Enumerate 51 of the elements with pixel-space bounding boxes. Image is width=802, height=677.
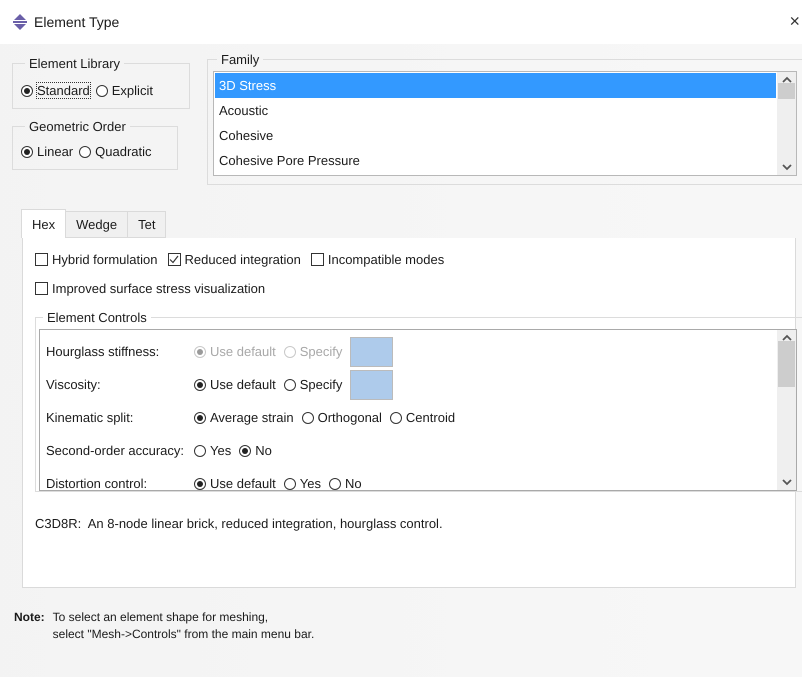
list-item[interactable]: Cohesive [215,123,776,148]
window-title: Element Type [34,14,120,30]
family-list[interactable]: 3D Stress Acoustic Cohesive Cohesive Pore Pressure [213,71,797,176]
checkmark-icon [169,255,179,264]
tab[interactable]: Wedge [65,211,128,238]
group-title: Family [220,52,260,67]
control-label: Hourglass stiffness: [46,344,160,359]
tab[interactable]: Hex [21,209,66,238]
note-text: select "Mesh->Controls" from the main menu bar. [52,627,314,641]
radio-option[interactable]: No [239,443,272,458]
group-title: Element Library [28,56,122,71]
control-label: Second-order accuracy: [46,443,186,458]
scrollbar[interactable] [777,72,796,175]
radio-option[interactable]: Specify [284,377,342,392]
checkbox-option[interactable]: Improved surface stress visualization [35,281,266,296]
group-title: Geometric Order [28,119,127,134]
tab[interactable]: Tet [127,211,166,238]
element-description: C3D8R: An 8-node linear brick, reduced integration, hourglass control. [35,516,444,531]
value-field[interactable] [350,370,394,400]
checkbox-option[interactable]: Incompatible modes [310,252,444,267]
scroll-down-icon[interactable] [782,164,792,171]
control-label: Distortion control: [46,476,148,490]
list-item[interactable]: Cohesive Pore Pressure [215,148,776,173]
scroll-up-icon[interactable] [782,334,792,341]
close-button[interactable]: × [789,11,800,32]
scrollbar-thumb[interactable] [778,341,795,387]
radio-option[interactable]: Yes [284,476,321,490]
scroll-down-icon[interactable] [782,479,792,486]
scrollbar-thumb[interactable] [778,83,795,99]
radio-option[interactable]: Linear [21,144,74,159]
radio-option[interactable]: No [328,476,362,490]
radio-option[interactable]: Use default [194,476,276,490]
radio-option[interactable]: Explicit [96,83,153,98]
radio-option[interactable]: Use default [194,377,276,392]
scrollbar[interactable] [777,330,796,490]
radio-option[interactable]: Yes [194,443,232,458]
app-icon [12,14,28,30]
radio-option[interactable]: Quadratic [79,144,152,159]
note-text: To select an element shape for meshing, [52,610,270,624]
list-item[interactable]: Acoustic [215,98,776,123]
checkbox-option[interactable]: Hybrid formulation [35,252,158,267]
radio-option[interactable]: Average strain [194,410,294,425]
radio-option[interactable]: Centroid [390,410,456,425]
note-label: Note: [14,610,45,626]
checkbox-option[interactable]: Reduced integration [168,252,301,267]
radio-option[interactable]: Standard [21,83,90,98]
group-title: Element Controls [46,310,148,325]
radio-option[interactable]: Orthogonal [302,410,382,425]
control-label: Viscosity: [46,377,102,392]
control-label: Kinematic split: [46,410,134,425]
scroll-up-icon[interactable] [782,76,792,83]
